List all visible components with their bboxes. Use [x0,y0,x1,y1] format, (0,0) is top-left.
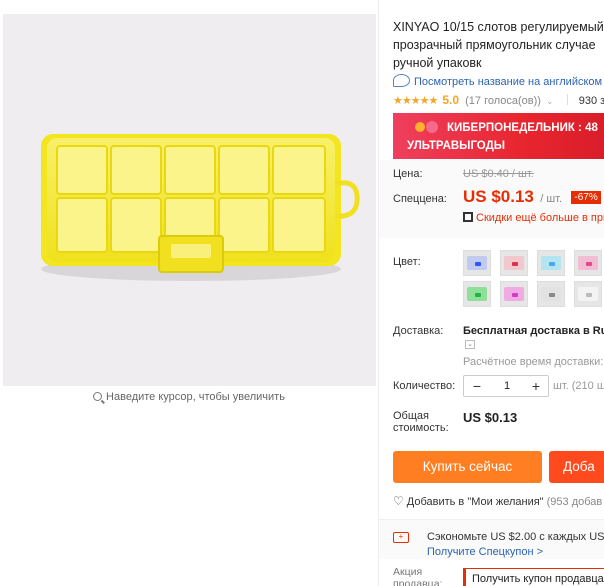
color-label: Цвет: [393,256,421,268]
old-price: US $0.40 / шт. [463,168,534,180]
color-swatch-blue[interactable] [463,250,491,276]
rating-votes-link[interactable]: (17 голоса(ов)) [465,95,541,107]
total-price: US $0.13 [463,410,518,425]
coupon-text: Сэкономьте US $2.00 с каждых US $15 [427,531,604,543]
wishlist-count: (953 добав [546,496,603,508]
title-line: ручной упаковк [393,56,482,70]
chevron-down-icon[interactable]: ⌄ [465,340,475,349]
title-line: XINYAO 10/15 слотов регулируемый [393,20,604,34]
promo-dot-icon [426,121,438,133]
decrease-quantity-button[interactable]: − [470,376,484,396]
promo-title: КИБЕРПОНЕДЕЛЬНИК : 48 [447,122,598,134]
add-to-cart-button[interactable]: Доба [549,451,604,483]
delivery-label: Доставка: [393,325,444,337]
color-swatch-white[interactable] [574,281,602,307]
stars-icon: ★★★★★ [393,95,438,107]
special-price: US $0.13 / шт. -67% [463,187,601,207]
price-unit: / шт. [540,193,563,205]
delivery-time: Расчётное время доставки: 30 [463,356,604,368]
discount-badge: -67% [571,191,601,204]
buy-now-button[interactable]: Купить сейчас [393,451,542,483]
rating-score: 5.0 [442,93,460,107]
promo-dot-icon [415,122,425,132]
price-amount: US $0.13 [463,187,534,206]
seller-promo-label: Акция продавца: [393,566,443,586]
get-seller-coupon-button[interactable]: Получить купон продавца [463,568,604,586]
color-swatch-cyan[interactable] [537,250,565,276]
quantity-input[interactable]: 1 [492,376,522,396]
color-swatch-magenta[interactable] [500,281,528,307]
qr-code-icon [463,212,473,222]
chevron-down-icon[interactable]: ⌄ [546,96,554,106]
orders-count: 930 зак [578,95,604,107]
get-coupon-link[interactable]: Получите Спецкупон > [427,546,543,558]
divider [566,94,568,105]
quantity-stepper: − 1 + [463,375,549,397]
delivery-option[interactable]: Бесплатная доставка в Russi [463,325,604,337]
quantity-label: Количество: [393,380,456,392]
cyber-monday-banner[interactable]: КИБЕРПОНЕДЕЛЬНИК : 48 УЛЬТРАВЫГОДЫ [393,113,604,159]
coupon-icon: + [393,532,409,543]
promo-subtitle: УЛЬТРАВЫГОДЫ [407,140,506,152]
zoom-hint: Наведите курсор, чтобы увеличить [0,391,378,403]
heart-icon: ♡ [393,494,404,508]
special-price-label: Спеццена: [393,193,447,205]
yellow-organizer-box-image [41,134,360,281]
available-quantity: шт. (210 шт [553,380,604,392]
title-line: прозрачный прямоугольник случае [393,38,596,52]
magnifier-icon [93,392,103,401]
app-discount-link[interactable]: Скидки ещё больше в прил [463,212,604,224]
rating-row: ★★★★★ 5.0 (17 голоса(ов)) ⌄ 930 зак [393,93,604,107]
color-swatch-green[interactable] [463,281,491,307]
add-to-wishlist-link[interactable]: ♡ Добавить в "Мои желания" (953 добав [393,494,602,508]
total-label: Общая стоимость: [393,410,449,434]
increase-quantity-button[interactable]: + [529,376,543,396]
product-info-panel: XINYAO 10/15 слотов регулируемый прозрач… [378,0,604,586]
color-swatch-clear[interactable] [537,281,565,307]
color-swatch-red[interactable] [500,250,528,276]
translate-icon [393,74,410,87]
color-swatch-pink[interactable] [574,250,602,276]
price-label: Цена: [393,168,423,180]
product-title: XINYAO 10/15 слотов регулируемый прозрач… [393,18,604,72]
product-image[interactable] [3,14,376,386]
translate-title-link[interactable]: Посмотреть название на английском [393,74,602,88]
